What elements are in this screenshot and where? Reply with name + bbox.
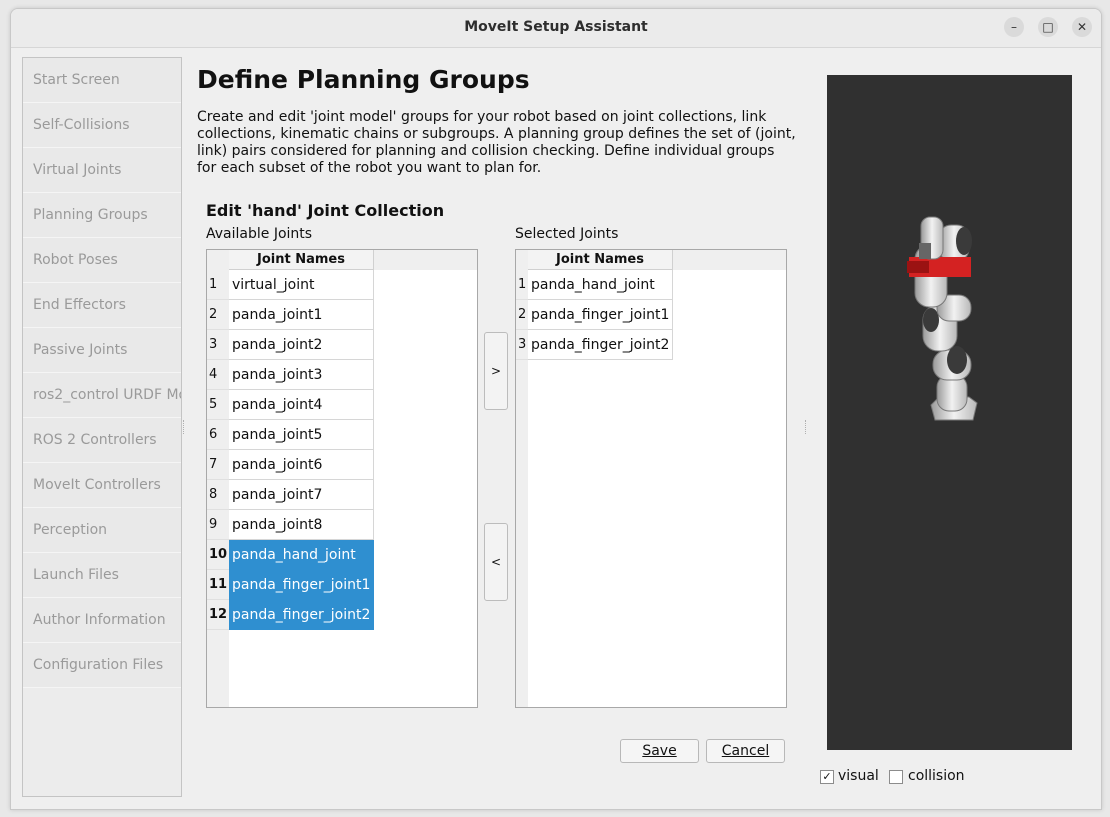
add-joint-button[interactable]: >: [484, 332, 508, 410]
joint-name-cell[interactable]: panda_joint5: [229, 420, 374, 450]
sidebar-item-end-effectors[interactable]: End Effectors: [23, 283, 181, 328]
joint-name-cell[interactable]: panda_joint1: [229, 300, 374, 330]
row-number: 8: [207, 480, 229, 510]
row-number: 5: [207, 390, 229, 420]
row-number: 2: [516, 300, 528, 330]
joint-name-cell[interactable]: panda_finger_joint2: [528, 330, 673, 360]
selected-joints-table[interactable]: Joint Names 1 panda_hand_joint 2 panda_fing…: [515, 249, 787, 708]
joint-name-cell[interactable]: panda_joint3: [229, 360, 374, 390]
joint-names-header[interactable]: Joint Names: [229, 250, 374, 270]
close-button[interactable]: ✕: [1072, 17, 1092, 37]
save-button[interactable]: Save: [620, 739, 699, 763]
sidebar: Start Screen Self-Collisions Virtual Joi…: [22, 57, 182, 797]
sidebar-item-planning-groups[interactable]: Planning Groups: [23, 193, 181, 238]
splitter-handle-left[interactable]: [183, 420, 186, 434]
joint-names-header[interactable]: Joint Names: [528, 250, 673, 270]
robot-3d-viewer[interactable]: [827, 75, 1072, 750]
sidebar-item-virtual-joints[interactable]: Virtual Joints: [23, 148, 181, 193]
joint-name-cell[interactable]: panda_joint6: [229, 450, 374, 480]
window-title: MoveIt Setup Assistant: [464, 19, 648, 35]
sidebar-item-perception[interactable]: Perception: [23, 508, 181, 553]
sidebar-item-passive-joints[interactable]: Passive Joints: [23, 328, 181, 373]
joint-name-cell[interactable]: panda_finger_joint2: [229, 600, 374, 630]
sidebar-item-self-collisions[interactable]: Self-Collisions: [23, 103, 181, 148]
joint-name-cell[interactable]: panda_joint8: [229, 510, 374, 540]
row-number: 4: [207, 360, 229, 390]
remove-joint-button[interactable]: <: [484, 523, 508, 601]
sidebar-item-start-screen[interactable]: Start Screen: [23, 58, 181, 103]
row-number: 6: [207, 420, 229, 450]
collision-label: collision: [908, 768, 965, 784]
section-title: Edit 'hand' Joint Collection: [206, 201, 445, 220]
page-description: Create and edit 'joint model' groups for…: [197, 109, 796, 176]
row-number: 3: [207, 330, 229, 360]
main-window: MoveIt Setup Assistant – □ ✕ Start Scree…: [10, 8, 1102, 810]
title-bar: MoveIt Setup Assistant – □ ✕: [11, 9, 1101, 48]
selected-joints-label: Selected Joints: [515, 226, 619, 242]
sidebar-item-ros2-controllers[interactable]: ROS 2 Controllers: [23, 418, 181, 463]
available-joints-table[interactable]: Joint Names 1 virtual_joint 2 panda_joint1 3…: [206, 249, 478, 708]
row-number: 10: [207, 540, 229, 570]
row-number: 1: [207, 270, 229, 300]
row-number: 12: [207, 600, 229, 630]
joint-name-cell[interactable]: panda_hand_joint: [528, 270, 673, 300]
page-title: Define Planning Groups: [197, 65, 530, 94]
splitter-handle-right[interactable]: [805, 420, 808, 434]
sidebar-item-configuration-files[interactable]: Configuration Files: [23, 643, 181, 688]
visual-checkbox[interactable]: ✓: [820, 770, 834, 784]
joint-name-cell[interactable]: panda_joint2: [229, 330, 374, 360]
maximize-button[interactable]: □: [1038, 17, 1058, 37]
row-number: 2: [207, 300, 229, 330]
joint-name-cell[interactable]: virtual_joint: [229, 270, 374, 300]
row-number: 3: [516, 330, 528, 360]
joint-name-cell[interactable]: panda_hand_joint: [229, 540, 374, 570]
robot-model: [907, 216, 978, 421]
joint-name-cell[interactable]: panda_joint7: [229, 480, 374, 510]
row-number: 11: [207, 570, 229, 600]
visual-label: visual: [838, 768, 879, 784]
available-joints-label: Available Joints: [206, 226, 313, 242]
sidebar-item-ros2-control[interactable]: ros2_control URDF Modifications: [23, 373, 181, 418]
sidebar-item-author-information[interactable]: Author Information: [23, 598, 181, 643]
sidebar-item-launch-files[interactable]: Launch Files: [23, 553, 181, 598]
minimize-button[interactable]: –: [1004, 17, 1024, 37]
sidebar-item-moveit-controllers[interactable]: MoveIt Controllers: [23, 463, 181, 508]
joint-name-cell[interactable]: panda_finger_joint1: [528, 300, 673, 330]
row-number: 1: [516, 270, 528, 300]
row-number: 7: [207, 450, 229, 480]
row-number: 9: [207, 510, 229, 540]
joint-name-cell[interactable]: panda_finger_joint1: [229, 570, 374, 600]
cancel-button[interactable]: Cancel: [706, 739, 785, 763]
joint-name-cell[interactable]: panda_joint4: [229, 390, 374, 420]
collision-checkbox[interactable]: [889, 770, 903, 784]
sidebar-item-robot-poses[interactable]: Robot Poses: [23, 238, 181, 283]
